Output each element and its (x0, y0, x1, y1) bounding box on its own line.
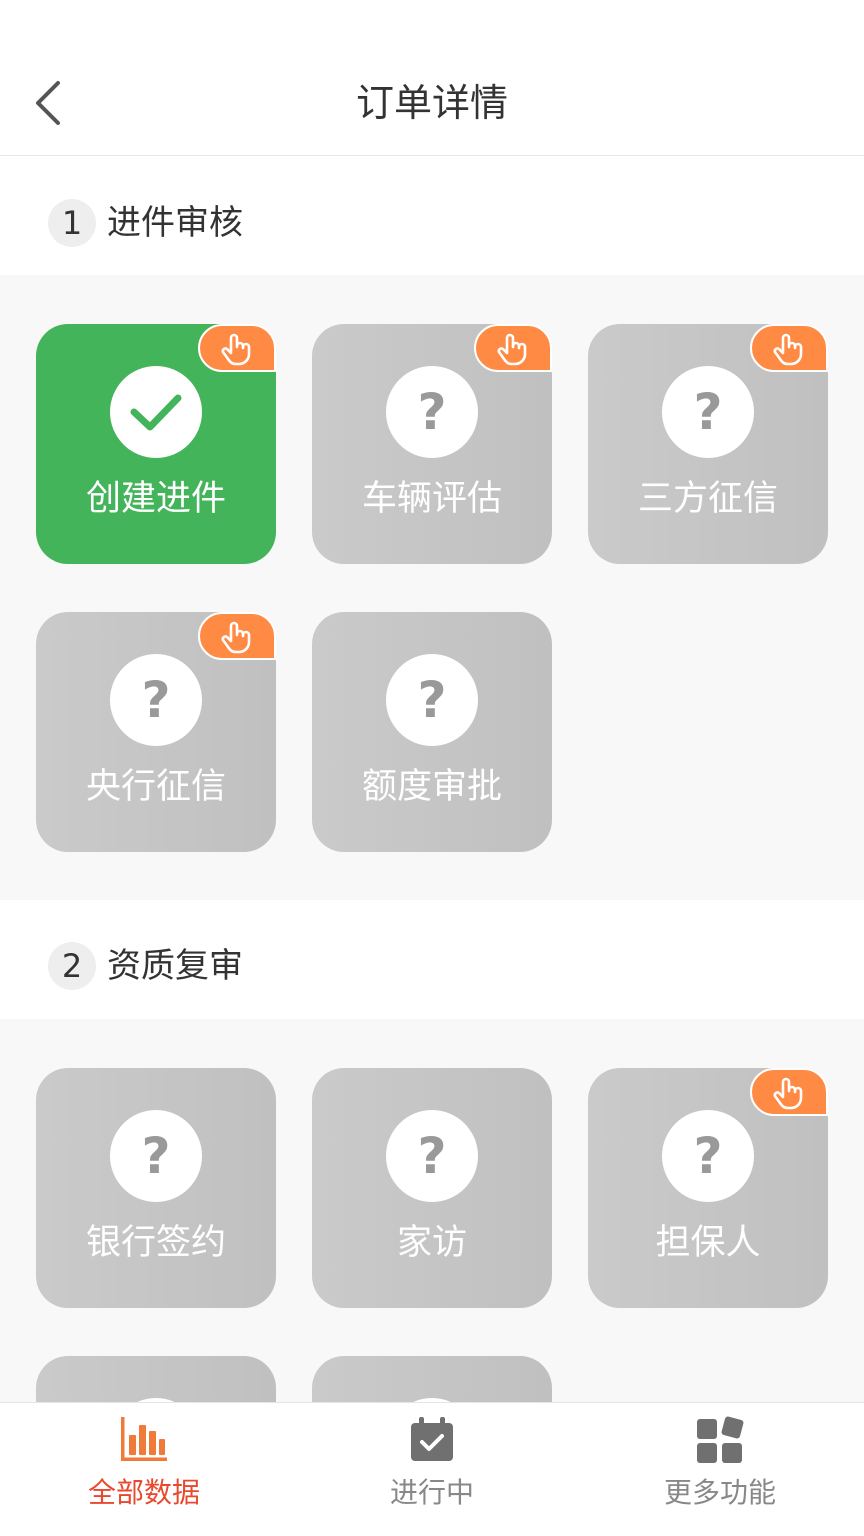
check-icon (130, 394, 182, 431)
section-title: 资质复审 (107, 946, 243, 986)
section-header-2: 2 资质复审 (0, 900, 864, 1018)
status-circle: ? (662, 366, 754, 458)
section-title: 进件审核 (107, 203, 243, 243)
hand-pointer-icon (773, 1077, 803, 1110)
step-number: 2 (48, 942, 96, 990)
calendar-check-icon (411, 1417, 453, 1461)
step-number: 1 (48, 199, 96, 247)
hand-pointer-icon (221, 333, 251, 366)
tile-label: 车辆评估 (361, 479, 502, 519)
tile-third-party-credit[interactable]: ? 三方征信 (588, 324, 828, 564)
tap-hand-badge (474, 324, 552, 372)
tile-guarantor[interactable]: ? 担保人 (588, 1068, 828, 1308)
question-icon: ? (693, 383, 723, 441)
status-circle: ? (386, 366, 478, 458)
status-circle: ? (662, 1110, 754, 1202)
status-circle: ? (110, 1110, 202, 1202)
question-icon: ? (417, 383, 447, 441)
tap-hand-badge (750, 324, 828, 372)
status-circle: ? (386, 1110, 478, 1202)
tile-partial[interactable] (36, 1356, 276, 1402)
tap-hand-badge (750, 1068, 828, 1116)
bottom-tab-bar: 全部数据 进行中 更多功能 (0, 1402, 864, 1536)
tab-in-progress[interactable]: 进行中 (288, 1403, 576, 1536)
page-title: 订单详情 (355, 81, 508, 125)
bar-chart-icon (121, 1417, 167, 1461)
tile-label: 额度审批 (361, 767, 502, 807)
tile-credit-limit-approval[interactable]: ? 额度审批 (312, 612, 552, 852)
tap-hand-badge (198, 612, 276, 660)
hand-pointer-icon (497, 333, 527, 366)
question-icon: ? (141, 1127, 171, 1185)
tile-central-bank-credit[interactable]: ? 央行征信 (36, 612, 276, 852)
tab-label: 全部数据 (87, 1476, 200, 1509)
section-grid-1: 创建进件 ? 车辆评估 ? 三方征信 ? 央行征信 ? 额度审批 (0, 275, 864, 900)
tile-home-visit[interactable]: ? 家访 (312, 1068, 552, 1308)
status-circle: ? (386, 654, 478, 746)
question-icon: ? (693, 1127, 723, 1185)
hand-pointer-icon (221, 621, 251, 654)
section-grid-2: ? 银行签约 ? 家访 ? 担保人 (0, 1019, 864, 1402)
tile-label: 银行签约 (85, 1223, 226, 1263)
section-header-1: 1 进件审核 (0, 157, 864, 275)
tap-hand-badge (198, 324, 276, 372)
tile-label: 创建进件 (85, 479, 226, 519)
question-icon: ? (417, 1127, 447, 1185)
status-circle (110, 366, 202, 458)
tile-create-application[interactable]: 创建进件 (36, 324, 276, 564)
tile-label: 家访 (396, 1223, 467, 1263)
question-icon: ? (417, 671, 447, 729)
header-bar: 订单详情 (0, 0, 864, 156)
tab-more-features[interactable]: 更多功能 (576, 1403, 864, 1536)
tab-label: 更多功能 (663, 1476, 776, 1509)
tile-partial[interactable] (312, 1356, 552, 1402)
tile-vehicle-assessment[interactable]: ? 车辆评估 (312, 324, 552, 564)
tile-bank-signing[interactable]: ? 银行签约 (36, 1068, 276, 1308)
status-circle: ? (110, 654, 202, 746)
tab-all-data[interactable]: 全部数据 (0, 1403, 288, 1536)
question-icon: ? (141, 671, 171, 729)
tab-label: 进行中 (389, 1476, 474, 1509)
tile-label: 三方征信 (637, 479, 778, 519)
grid-icon (697, 1416, 744, 1463)
tile-label: 担保人 (655, 1223, 761, 1263)
hand-pointer-icon (773, 333, 803, 366)
tile-label: 央行征信 (85, 767, 226, 807)
